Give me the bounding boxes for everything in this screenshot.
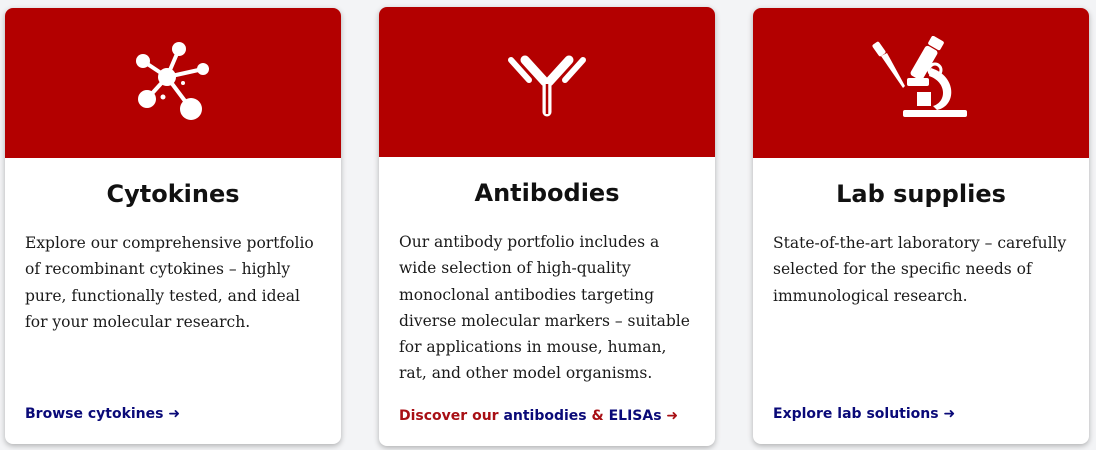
- product-category-row: Cytokines Explore our comprehensive port…: [0, 0, 1096, 450]
- card-description: Explore our comprehensive portfolio of r…: [25, 234, 314, 331]
- ampersand: &: [586, 408, 609, 424]
- lab-supplies-card-header: [753, 8, 1089, 158]
- browse-cytokines-link[interactable]: Browse cytokines ➜: [25, 406, 180, 422]
- discover-prefix: Discover our: [399, 408, 504, 424]
- elisas-link[interactable]: ELISAs: [609, 408, 662, 424]
- antibodies-card-header: [379, 7, 715, 157]
- discover-links: Discover our antibodies & ELISAs ➜: [399, 408, 678, 424]
- card-description: Our antibody portfolio includes a wide s…: [399, 233, 690, 383]
- card-title: Lab supplies: [836, 180, 1006, 208]
- antibodies-card-body: Antibodies Our antibody portfolio includ…: [379, 157, 715, 446]
- cytokines-card-header: [5, 8, 341, 158]
- card-description: State-of-the-art laboratory – carefully …: [773, 234, 1067, 305]
- explore-lab-solutions-link[interactable]: Explore lab solutions ➜: [773, 406, 955, 422]
- microscope-icon: [871, 35, 971, 130]
- antibodies-card: Antibodies Our antibody portfolio includ…: [379, 7, 715, 446]
- cytokines-card: Cytokines Explore our comprehensive port…: [5, 8, 341, 444]
- cytokines-card-body: Cytokines Explore our comprehensive port…: [5, 158, 341, 444]
- card-title: Antibodies: [474, 179, 620, 207]
- antibody-icon: [505, 38, 589, 126]
- antibodies-link[interactable]: antibodies: [503, 408, 586, 424]
- lab-supplies-card: Lab supplies State-of-the-art laboratory…: [753, 8, 1089, 444]
- lab-supplies-card-body: Lab supplies State-of-the-art laboratory…: [753, 158, 1089, 444]
- molecule-icon: [133, 41, 213, 125]
- card-title: Cytokines: [106, 180, 240, 208]
- arrow-right-icon: ➜: [661, 408, 679, 424]
